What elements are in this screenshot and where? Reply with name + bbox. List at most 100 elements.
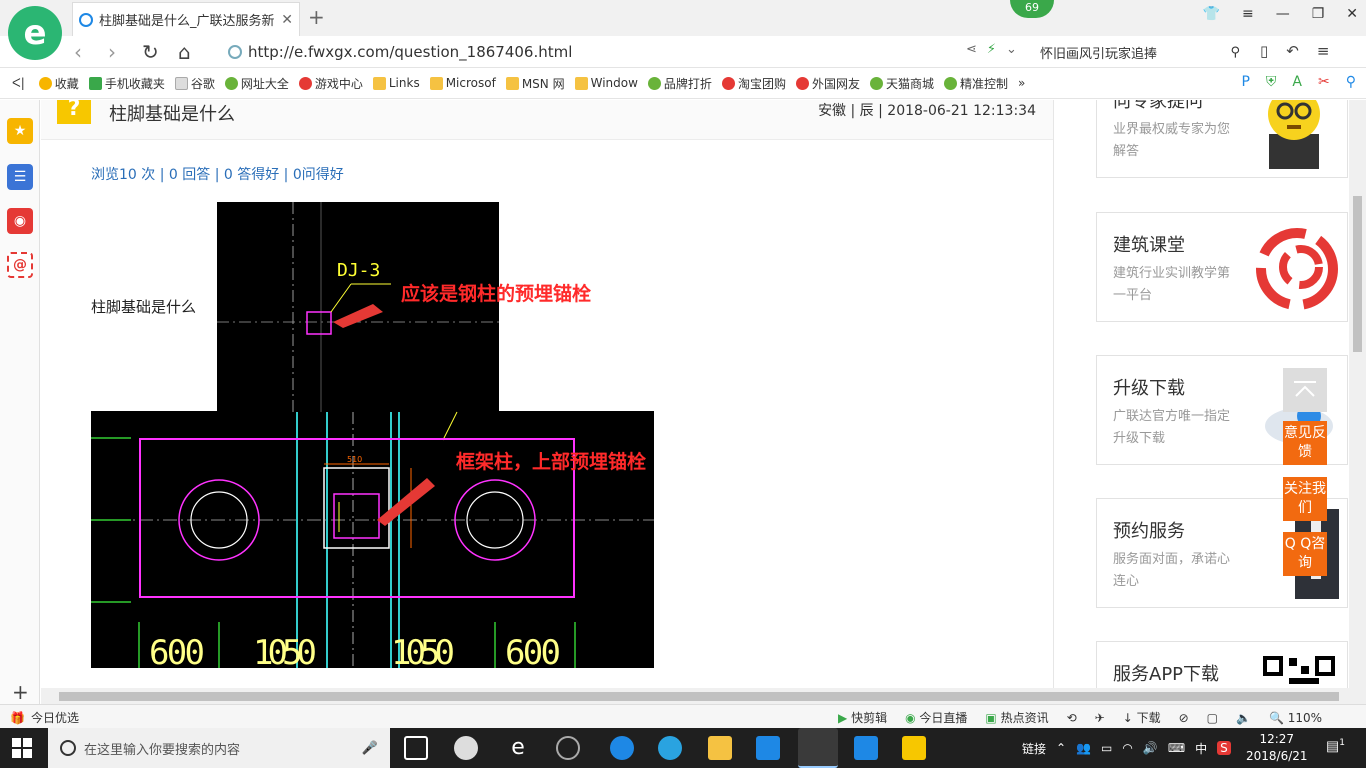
windows-start-icon[interactable] <box>10 736 34 760</box>
plus-app-icon[interactable] <box>854 736 878 760</box>
bookmark-item[interactable]: MSN 网 <box>505 75 565 92</box>
wifi-icon[interactable]: ◠ <box>1122 741 1132 755</box>
ie-icon[interactable] <box>658 736 682 760</box>
vertical-scrollbar[interactable] <box>1349 100 1366 688</box>
clock[interactable]: 12:27 2018/6/21 <box>1246 731 1308 765</box>
score-badge[interactable]: 69 <box>1010 0 1054 18</box>
new-tab-button[interactable]: + <box>308 5 325 29</box>
forward-button[interactable]: › <box>108 40 116 64</box>
reload-button[interactable]: ↻ <box>142 40 159 64</box>
bookmark-icon <box>795 76 809 90</box>
back-to-top-button[interactable] <box>1283 368 1327 412</box>
active-browser-icon[interactable] <box>798 728 838 768</box>
taskbar-search[interactable]: 在这里输入你要搜索的内容 🎤 <box>48 728 390 768</box>
bookmark-item[interactable]: 手机收藏夹 <box>88 75 165 92</box>
home-button[interactable]: ⌂ <box>178 40 191 64</box>
bookmark-item[interactable]: 天猫商城 <box>869 75 934 92</box>
fan-app-icon[interactable] <box>454 736 478 760</box>
people-icon[interactable]: 👥 <box>1076 741 1091 755</box>
bookmarks-more-icon[interactable]: » <box>1018 76 1025 90</box>
browser-e-icon[interactable]: e <box>506 736 530 760</box>
share-icon[interactable]: ⋖ <box>966 42 977 57</box>
close-window-button[interactable]: ✕ <box>1346 6 1358 22</box>
tray-link-label[interactable]: 链接 <box>1022 740 1046 757</box>
notification-icon[interactable]: ▤1 <box>1326 738 1345 755</box>
card-title: 预约服务 <box>1113 521 1185 542</box>
horizontal-scrollbar[interactable] <box>41 688 1366 704</box>
qq-consult-button[interactable]: Q Q咨询 <box>1283 532 1327 576</box>
sogou-icon[interactable]: S <box>1217 741 1231 755</box>
reader-icon[interactable]: ☰ <box>7 164 33 190</box>
scissors-icon[interactable]: ✂ <box>1318 74 1330 90</box>
scroll-thumb[interactable] <box>1353 196 1362 352</box>
search-ext-icon[interactable]: ⚲ <box>1346 74 1356 90</box>
notes-app-icon[interactable] <box>902 736 926 760</box>
search-icon[interactable]: ⚲ <box>1230 45 1240 60</box>
translate-icon[interactable]: A <box>1292 74 1302 90</box>
card-app-download[interactable]: 服务APP下载 <box>1096 641 1348 688</box>
status-item-news[interactable]: ▣ 热点资讯 <box>985 709 1048 726</box>
follow-us-button[interactable]: 关注我们 <box>1283 477 1327 521</box>
bookmark-item[interactable]: 游戏中心 <box>298 75 363 92</box>
bookmarks-collapse-icon[interactable]: ᐸ| <box>12 76 25 90</box>
edge-icon[interactable] <box>610 736 634 760</box>
minimize-button[interactable]: — <box>1276 6 1290 22</box>
question-stats[interactable]: 浏览10 次 | 0 回答 | 0 答得好 | 0问得好 <box>91 164 344 184</box>
undo-icon[interactable]: ↶ <box>1286 42 1299 60</box>
bookmark-item[interactable]: 淘宝团购 <box>721 75 786 92</box>
volume-icon[interactable]: 🔊 <box>1143 741 1158 755</box>
mute-icon[interactable]: 🔈 <box>1236 711 1251 725</box>
status-today-picks[interactable]: 🎁 今日优选 <box>10 709 79 726</box>
chevron-up-icon[interactable]: ⌃ <box>1056 741 1066 755</box>
scroll-thumb[interactable] <box>59 692 1339 701</box>
bookmark-item[interactable]: Window <box>574 76 638 90</box>
back-button[interactable]: ‹ <box>74 40 82 64</box>
extension-p-icon[interactable]: P <box>1241 74 1249 90</box>
swirl-app-icon[interactable] <box>556 736 580 760</box>
pin-icon[interactable]: ✈ <box>1095 711 1105 725</box>
bookmark-item[interactable]: Microsof <box>429 76 496 90</box>
speed-icon[interactable]: ⚡ <box>987 42 996 57</box>
bookmark-item[interactable]: 外国网友 <box>795 75 860 92</box>
card-course[interactable]: 建筑课堂 建筑行业实训教学第一平台 <box>1096 212 1348 322</box>
bookmark-item[interactable]: 谷歌 <box>174 75 215 92</box>
url-field[interactable]: http://e.fwxgx.com/question_1867406.html <box>228 39 958 65</box>
search-box[interactable]: 怀旧画风引玩家追捧 ⚲ <box>1040 40 1240 64</box>
battery-icon[interactable]: ▭ <box>1101 741 1112 755</box>
chevron-down-icon[interactable]: ⌄ <box>1006 42 1017 57</box>
microphone-icon[interactable]: 🎤 <box>362 741 378 756</box>
keyboard-icon[interactable]: ⌨ <box>1168 741 1185 755</box>
tab-active[interactable]: 柱脚基础是什么_广联达服务新干 ✕ <box>72 2 300 36</box>
favorites-icon[interactable]: ★ <box>7 118 33 144</box>
menu-icon[interactable]: ≡ <box>1242 6 1254 22</box>
add-sidebar-icon[interactable]: + <box>12 680 29 704</box>
more-icon[interactable]: ≡ <box>1317 42 1330 60</box>
window-icon[interactable]: ▢ <box>1207 711 1218 725</box>
skin-icon[interactable]: 👕 <box>1203 6 1220 22</box>
restore-button[interactable]: ❐ <box>1312 6 1325 22</box>
mobile-icon[interactable]: ▯ <box>1260 42 1268 60</box>
status-item-download[interactable]: ↓ 下载 <box>1123 709 1161 726</box>
task-view-icon[interactable] <box>404 736 428 760</box>
feedback-button[interactable]: 意见反馈 <box>1283 421 1327 465</box>
weibo-icon[interactable]: ◉ <box>7 208 33 234</box>
bookmark-item[interactable]: Links <box>372 76 420 90</box>
bookmark-item[interactable]: 收藏 <box>38 75 79 92</box>
accelerate-icon[interactable]: ⟲ <box>1067 711 1077 725</box>
shield-icon[interactable]: ⛨ <box>1266 74 1277 90</box>
card-ask-expert[interactable]: 向专家提问 业界最权威专家为您解答 <box>1096 100 1348 178</box>
site-info-icon[interactable] <box>228 45 242 59</box>
g-app-icon[interactable] <box>756 736 780 760</box>
clean-icon[interactable]: ⊘ <box>1179 711 1189 725</box>
zoom-level[interactable]: 🔍 110% <box>1269 711 1322 725</box>
mail-icon[interactable]: @ <box>7 252 33 278</box>
ime-indicator[interactable]: 中 <box>1195 740 1207 757</box>
bookmark-item[interactable]: 品牌打折 <box>647 75 712 92</box>
tab-close-icon[interactable]: ✕ <box>281 12 293 28</box>
bookmark-item[interactable]: 网址大全 <box>224 75 289 92</box>
bookmark-item[interactable]: 精准控制 <box>943 75 1008 92</box>
browser-logo-icon[interactable]: e <box>8 6 62 60</box>
status-item-live[interactable]: ◉ 今日直播 <box>905 709 967 726</box>
status-item-clip[interactable]: ▶ 快剪辑 <box>838 709 887 726</box>
explorer-icon[interactable] <box>708 736 732 760</box>
